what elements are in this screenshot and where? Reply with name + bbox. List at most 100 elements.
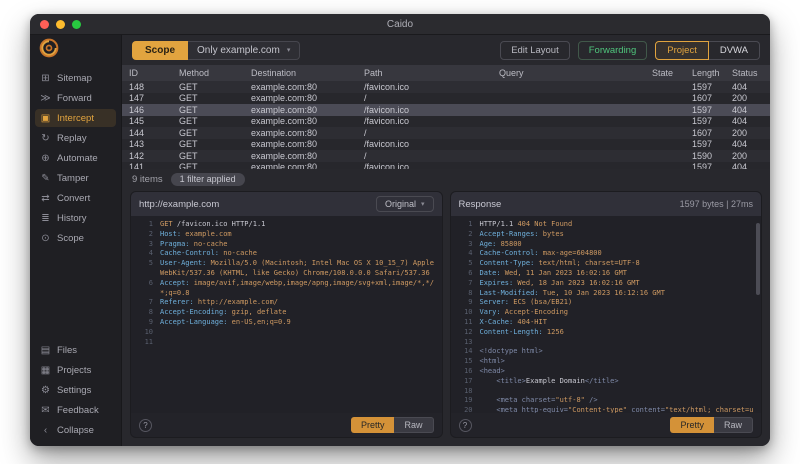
sidebar-item-collapse[interactable]: ‹Collapse [35, 421, 116, 439]
scope-filter-dropdown[interactable]: Only example.com ▾ [188, 41, 300, 60]
zoom-button[interactable] [72, 20, 81, 29]
table-row-142[interactable]: 142GETexample.com:80/1590200 [122, 150, 770, 162]
code-line: 11X-Cache: 404-HIT [455, 318, 756, 328]
forwarding-button[interactable]: Forwarding [578, 41, 648, 60]
view-mode-dropdown[interactable]: Original ▾ [376, 196, 434, 212]
convert-icon: ⇄ [40, 193, 51, 204]
code-line: 10 [135, 328, 436, 338]
table-row-147[interactable]: 147GETexample.com:80/1607200 [122, 93, 770, 105]
table-row-146[interactable]: 146GETexample.com:80/favicon.ico1597404 [122, 104, 770, 116]
cell-destination: example.com:80 [244, 162, 357, 169]
sidebar-item-files[interactable]: ▤Files [35, 341, 116, 359]
raw-button[interactable]: Raw [394, 417, 433, 433]
pretty-button[interactable]: Pretty [351, 417, 395, 433]
window-controls [40, 20, 81, 29]
edit-layout-button[interactable]: Edit Layout [500, 41, 570, 60]
project-name[interactable]: DVWA [709, 41, 760, 60]
raw-button[interactable]: Raw [714, 417, 753, 433]
response-title: Response [459, 199, 502, 210]
cell-length: 1607 [685, 93, 725, 103]
cell-method: GET [172, 162, 244, 169]
sidebar-item-feedback[interactable]: ✉Feedback [35, 401, 116, 419]
project-button[interactable]: Project [655, 41, 709, 60]
cell-id: 146 [122, 105, 172, 115]
project-selector: Project DVWA [655, 41, 760, 60]
column-header-length[interactable]: Length [685, 68, 725, 78]
sidebar-nav: ⊞Sitemap ≫Forward ▣ Intercept ↻Replay ⊕ Automa… [30, 65, 121, 251]
column-header-method[interactable]: Method [172, 68, 244, 78]
help-icon[interactable]: ? [139, 419, 152, 432]
code-line: 8Last-Modified: Tue, 10 Jan 2023 16:12:1… [455, 289, 756, 299]
logo-area [30, 35, 121, 65]
sidebar-item-history[interactable]: ≣History [35, 209, 116, 227]
column-header-status[interactable]: Status [725, 68, 770, 78]
code-line: 6Date: Wed, 11 Jan 2023 16:02:16 GMT [455, 269, 756, 279]
sidebar-item-sitemap[interactable]: ⊞Sitemap [35, 69, 116, 87]
view-toggle: Pretty Raw [351, 417, 434, 433]
response-editor[interactable]: 1HTTP/1.1 404 Not Found2Accept-Ranges: b… [451, 216, 762, 413]
cell-status: 404 [725, 162, 770, 169]
scrollbar-thumb[interactable] [756, 223, 760, 295]
column-header-path[interactable]: Path [357, 68, 492, 78]
sidebar-bottom-nav: ▤Files ▦Projects ⚙Settings ✉Feedback ‹Collap… [30, 337, 121, 446]
cell-length: 1607 [685, 128, 725, 138]
table-row-141[interactable]: 141GETexample.com:80/favicon.ico1597404 [122, 162, 770, 170]
cell-id: 144 [122, 128, 172, 138]
column-header-query[interactable]: Query [492, 68, 645, 78]
request-url: http://example.com [139, 199, 219, 210]
cell-path: /favicon.ico [357, 105, 492, 115]
cell-status: 200 [725, 93, 770, 103]
close-button[interactable] [40, 20, 49, 29]
filter-badge[interactable]: 1 filter applied [171, 173, 245, 186]
minimize-button[interactable] [56, 20, 65, 29]
code-line: 1HTTP/1.1 404 Not Found [455, 220, 756, 230]
cell-path: / [357, 93, 492, 103]
code-line: 12Content-Length: 1256 [455, 328, 756, 338]
sidebar-item-replay[interactable]: ↻Replay [35, 129, 116, 147]
sidebar-item-scope[interactable]: ⊙Scope [35, 229, 116, 247]
sidebar-item-intercept[interactable]: ▣ Intercept [35, 109, 116, 127]
main-area: Scope Only example.com ▾ Edit Layout For… [122, 35, 770, 446]
request-editor[interactable]: 1GET /favicon.ico HTTP/1.12Host: example… [131, 216, 442, 413]
sidebar-item-label: Intercept [57, 113, 94, 124]
table-row-143[interactable]: 143GETexample.com:80/favicon.ico1597404 [122, 139, 770, 151]
sidebar-item-projects[interactable]: ▦Projects [35, 361, 116, 379]
cell-id: 147 [122, 93, 172, 103]
automate-icon: ⊕ [40, 153, 51, 164]
column-header-id[interactable]: ID [122, 68, 172, 78]
table-row-144[interactable]: 144GETexample.com:80/1607200 [122, 127, 770, 139]
sidebar-item-settings[interactable]: ⚙Settings [35, 381, 116, 399]
feedback-icon: ✉ [40, 405, 51, 416]
code-line: 5Content-Type: text/html; charset=UTF-8 [455, 259, 756, 269]
cell-length: 1590 [685, 151, 725, 161]
scrollbar[interactable] [756, 218, 760, 411]
code-line: 3Age: 85800 [455, 240, 756, 250]
replay-icon: ↻ [40, 133, 51, 144]
table-row-145[interactable]: 145GETexample.com:80/favicon.ico1597404 [122, 116, 770, 128]
forward-icon: ≫ [40, 93, 51, 104]
code-line: 11 [135, 338, 436, 348]
code-line: 4Cache-Control: max-age=604800 [455, 249, 756, 259]
cell-destination: example.com:80 [244, 93, 357, 103]
sidebar-item-label: Convert [57, 193, 90, 204]
cell-destination: example.com:80 [244, 139, 357, 149]
response-panel-footer: ? Pretty Raw [451, 413, 762, 437]
sidebar-item-automate[interactable]: ⊕ Automate [35, 149, 116, 167]
sidebar-item-convert[interactable]: ⇄ Convert [35, 189, 116, 207]
column-header-destination[interactable]: Destination [244, 68, 357, 78]
cell-path: /favicon.ico [357, 139, 492, 149]
cell-length: 1597 [685, 139, 725, 149]
sidebar-item-label: Automate [57, 153, 98, 164]
scope-tab[interactable]: Scope [132, 41, 188, 60]
cell-id: 143 [122, 139, 172, 149]
help-icon[interactable]: ? [459, 419, 472, 432]
table-row-148[interactable]: 148GETexample.com:80/favicon.ico1597404 [122, 81, 770, 93]
code-line: 6Accept: image/avif,image/webp,image/apn… [135, 279, 436, 299]
app-window: Caido ⊞Sitemap ≫Forward ▣ Intercept ↻Replay ⊕… [30, 14, 770, 446]
pretty-button[interactable]: Pretty [670, 417, 714, 433]
sidebar-item-tamper[interactable]: ✎Tamper [35, 169, 116, 187]
column-header-state[interactable]: State [645, 68, 685, 78]
intercept-icon: ▣ [40, 113, 51, 124]
sidebar-item-forward[interactable]: ≫Forward [35, 89, 116, 107]
window-title: Caido [30, 19, 770, 30]
